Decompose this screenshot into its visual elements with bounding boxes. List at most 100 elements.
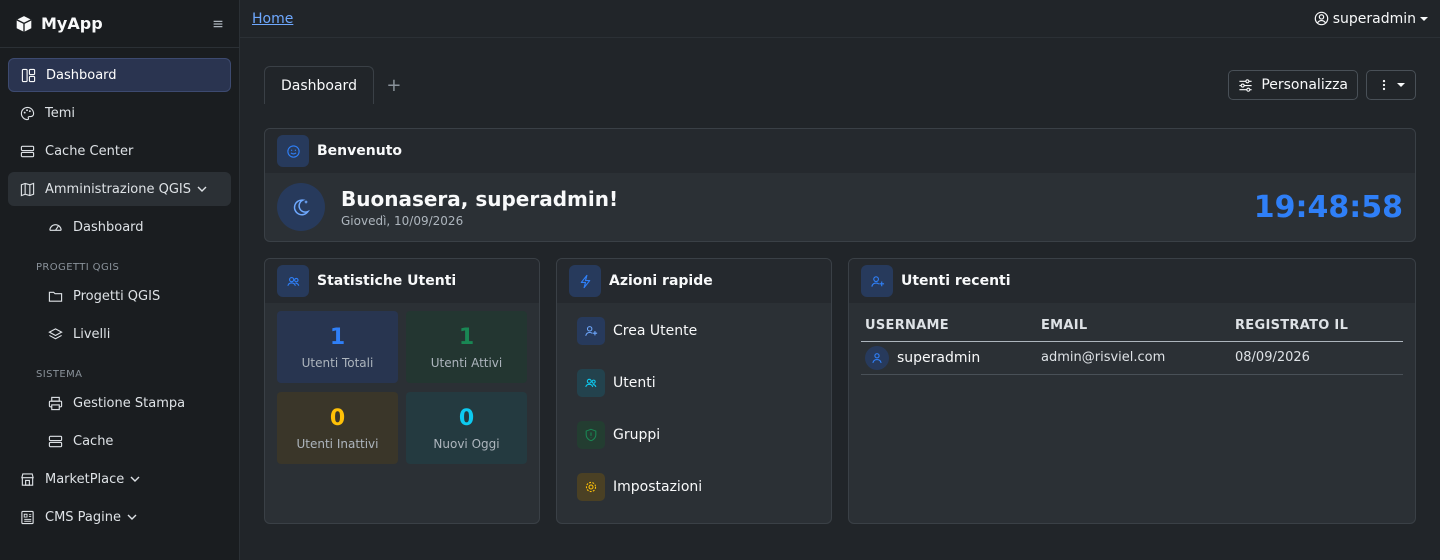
welcome-body: Buonasera, superadmin! Giovedì, 10/09/20… xyxy=(265,173,1415,241)
tab-actions: Personalizza xyxy=(1228,70,1416,100)
breadcrumb-home[interactable]: Home xyxy=(252,11,293,27)
quick-actions-title: Azioni rapide xyxy=(609,273,713,289)
customize-label: Personalizza xyxy=(1261,77,1348,93)
sidebar-item-label: Gestione Stampa xyxy=(73,395,186,411)
recent-users-header: Utenti recenti xyxy=(849,259,1415,303)
chevron-down-icon xyxy=(127,514,137,520)
brand: MyApp xyxy=(0,0,239,48)
sliders-icon xyxy=(1239,78,1252,92)
username-cell: superadmin xyxy=(861,341,1037,375)
sidebar-item-marketplace[interactable]: MarketPlace xyxy=(8,462,231,496)
add-tab-button[interactable]: + xyxy=(380,66,408,104)
recent-users-card: Utenti recenti USERNAME EMAIL REGISTRATO… xyxy=(848,258,1416,524)
lightning-icon xyxy=(569,265,601,297)
user-circle-icon xyxy=(1314,11,1328,26)
create-user-action[interactable]: Crea Utente xyxy=(577,305,811,357)
newspaper-icon xyxy=(21,510,34,524)
stats-card-header: Statistiche Utenti xyxy=(265,259,539,303)
caret-down-icon xyxy=(1420,16,1428,21)
users-action[interactable]: Utenti xyxy=(577,357,811,409)
registered-cell: 08/09/2026 xyxy=(1231,341,1403,375)
column-header-registered: REGISTRATO IL xyxy=(1231,311,1403,342)
more-options-button[interactable] xyxy=(1366,70,1416,100)
quick-actions-list: Crea Utente Utenti Gruppi Impostazioni xyxy=(557,303,831,515)
stat-value: 0 xyxy=(329,405,346,431)
recent-users-title: Utenti recenti xyxy=(901,273,1011,289)
customize-button[interactable]: Personalizza xyxy=(1228,70,1358,100)
stat-active-users: 1 Utenti Attivi xyxy=(406,311,527,383)
sidebar-item-qgis-admin[interactable]: Amministrazione QGIS xyxy=(8,172,231,206)
stat-total-users: 1 Utenti Totali xyxy=(277,311,398,383)
groups-action[interactable]: Gruppi xyxy=(577,409,811,461)
smile-icon xyxy=(277,135,309,167)
sidebar: MyApp Dashboard Temi Cache Center Ammini… xyxy=(0,0,240,560)
user-plus-icon xyxy=(577,317,605,345)
sidebar-item-label: Temi xyxy=(45,105,76,121)
sidebar-item-label: Dashboard xyxy=(46,67,117,83)
section-header-projects: PROGETTI QGIS xyxy=(36,262,120,273)
table-row[interactable]: superadmin admin@risviel.com 08/09/2026 xyxy=(861,341,1403,375)
stats-title: Statistiche Utenti xyxy=(317,273,457,289)
chevron-down-icon xyxy=(130,476,140,482)
column-header-username: USERNAME xyxy=(861,311,1037,342)
stat-value: 1 xyxy=(329,324,346,350)
sidebar-item-qgis-projects[interactable]: Progetti QGIS xyxy=(36,279,231,313)
quick-actions-header: Azioni rapide xyxy=(557,259,831,303)
menu-toggle-icon[interactable] xyxy=(211,17,225,31)
main-content: Dashboard + Personalizza xyxy=(264,66,1416,104)
table-header-row: USERNAME EMAIL REGISTRATO IL xyxy=(861,311,1403,342)
sidebar-item-cache-center[interactable]: Cache Center xyxy=(8,134,231,168)
recent-users-table: USERNAME EMAIL REGISTRATO IL superadmin … xyxy=(861,311,1403,375)
server-icon xyxy=(20,145,35,157)
folder-icon xyxy=(48,291,63,302)
sidebar-item-layers[interactable]: Livelli xyxy=(36,317,231,351)
box-icon xyxy=(16,15,32,32)
user-stats-card: Statistiche Utenti 1 Utenti Totali 1 Ute… xyxy=(264,258,540,524)
sidebar-item-dashboard[interactable]: Dashboard xyxy=(8,58,231,92)
current-date: Giovedì, 10/09/2026 xyxy=(341,213,464,228)
stat-label: Utenti Attivi xyxy=(430,355,503,370)
topbar: Home superadmin xyxy=(240,0,1440,38)
map-icon xyxy=(20,182,35,196)
palette-icon xyxy=(20,106,35,120)
speedometer-icon xyxy=(49,223,62,231)
stat-value: 1 xyxy=(458,324,475,350)
qgis-submenu: Dashboard PROGETTI QGIS Progetti QGIS Li… xyxy=(8,210,231,458)
shop-icon xyxy=(21,472,34,486)
users-icon xyxy=(577,369,605,397)
action-label: Impostazioni xyxy=(613,479,703,495)
app-name: MyApp xyxy=(41,14,103,33)
user-name: superadmin xyxy=(1332,10,1416,27)
sidebar-item-cms-pages[interactable]: CMS Pagine xyxy=(8,500,231,534)
greeting-block: Buonasera, superadmin! Giovedì, 10/09/20… xyxy=(341,187,618,228)
settings-action[interactable]: Impostazioni xyxy=(577,461,811,513)
server-icon xyxy=(48,435,63,447)
moon-stars-icon xyxy=(277,183,325,231)
stat-label: Nuovi Oggi xyxy=(433,436,500,451)
stat-inactive-users: 0 Utenti Inattivi xyxy=(277,392,398,464)
action-label: Gruppi xyxy=(613,427,661,443)
tab-dashboard[interactable]: Dashboard xyxy=(264,66,374,104)
avatar xyxy=(865,345,889,370)
sidebar-item-cache[interactable]: Cache xyxy=(36,424,231,458)
welcome-card-header: Benvenuto xyxy=(265,129,1415,173)
sidebar-item-label: Cache xyxy=(73,433,114,449)
sidebar-item-label: MarketPlace xyxy=(45,471,125,487)
user-menu[interactable]: superadmin xyxy=(1314,11,1428,27)
user-plus-icon xyxy=(861,265,893,297)
sidebar-item-label: Amministrazione QGIS xyxy=(45,181,192,197)
action-label: Utenti xyxy=(613,375,656,391)
sidebar-item-label: Progetti QGIS xyxy=(73,288,161,304)
stat-label: Utenti Totali xyxy=(301,355,374,370)
sidebar-item-qgis-dashboard[interactable]: Dashboard xyxy=(36,210,231,244)
layers-icon xyxy=(48,327,63,339)
stat-new-today: 0 Nuovi Oggi xyxy=(406,392,527,464)
caret-down-icon xyxy=(1397,83,1405,87)
greeting: Buonasera, superadmin! xyxy=(341,186,619,211)
plus-icon: + xyxy=(386,74,402,96)
sidebar-item-print[interactable]: Gestione Stampa xyxy=(36,386,231,420)
action-label: Crea Utente xyxy=(613,323,698,339)
sidebar-item-label: Dashboard xyxy=(73,219,144,235)
sidebar-item-temi[interactable]: Temi xyxy=(8,96,231,130)
stats-grid: 1 Utenti Totali 1 Utenti Attivi 0 Utenti… xyxy=(265,303,539,472)
